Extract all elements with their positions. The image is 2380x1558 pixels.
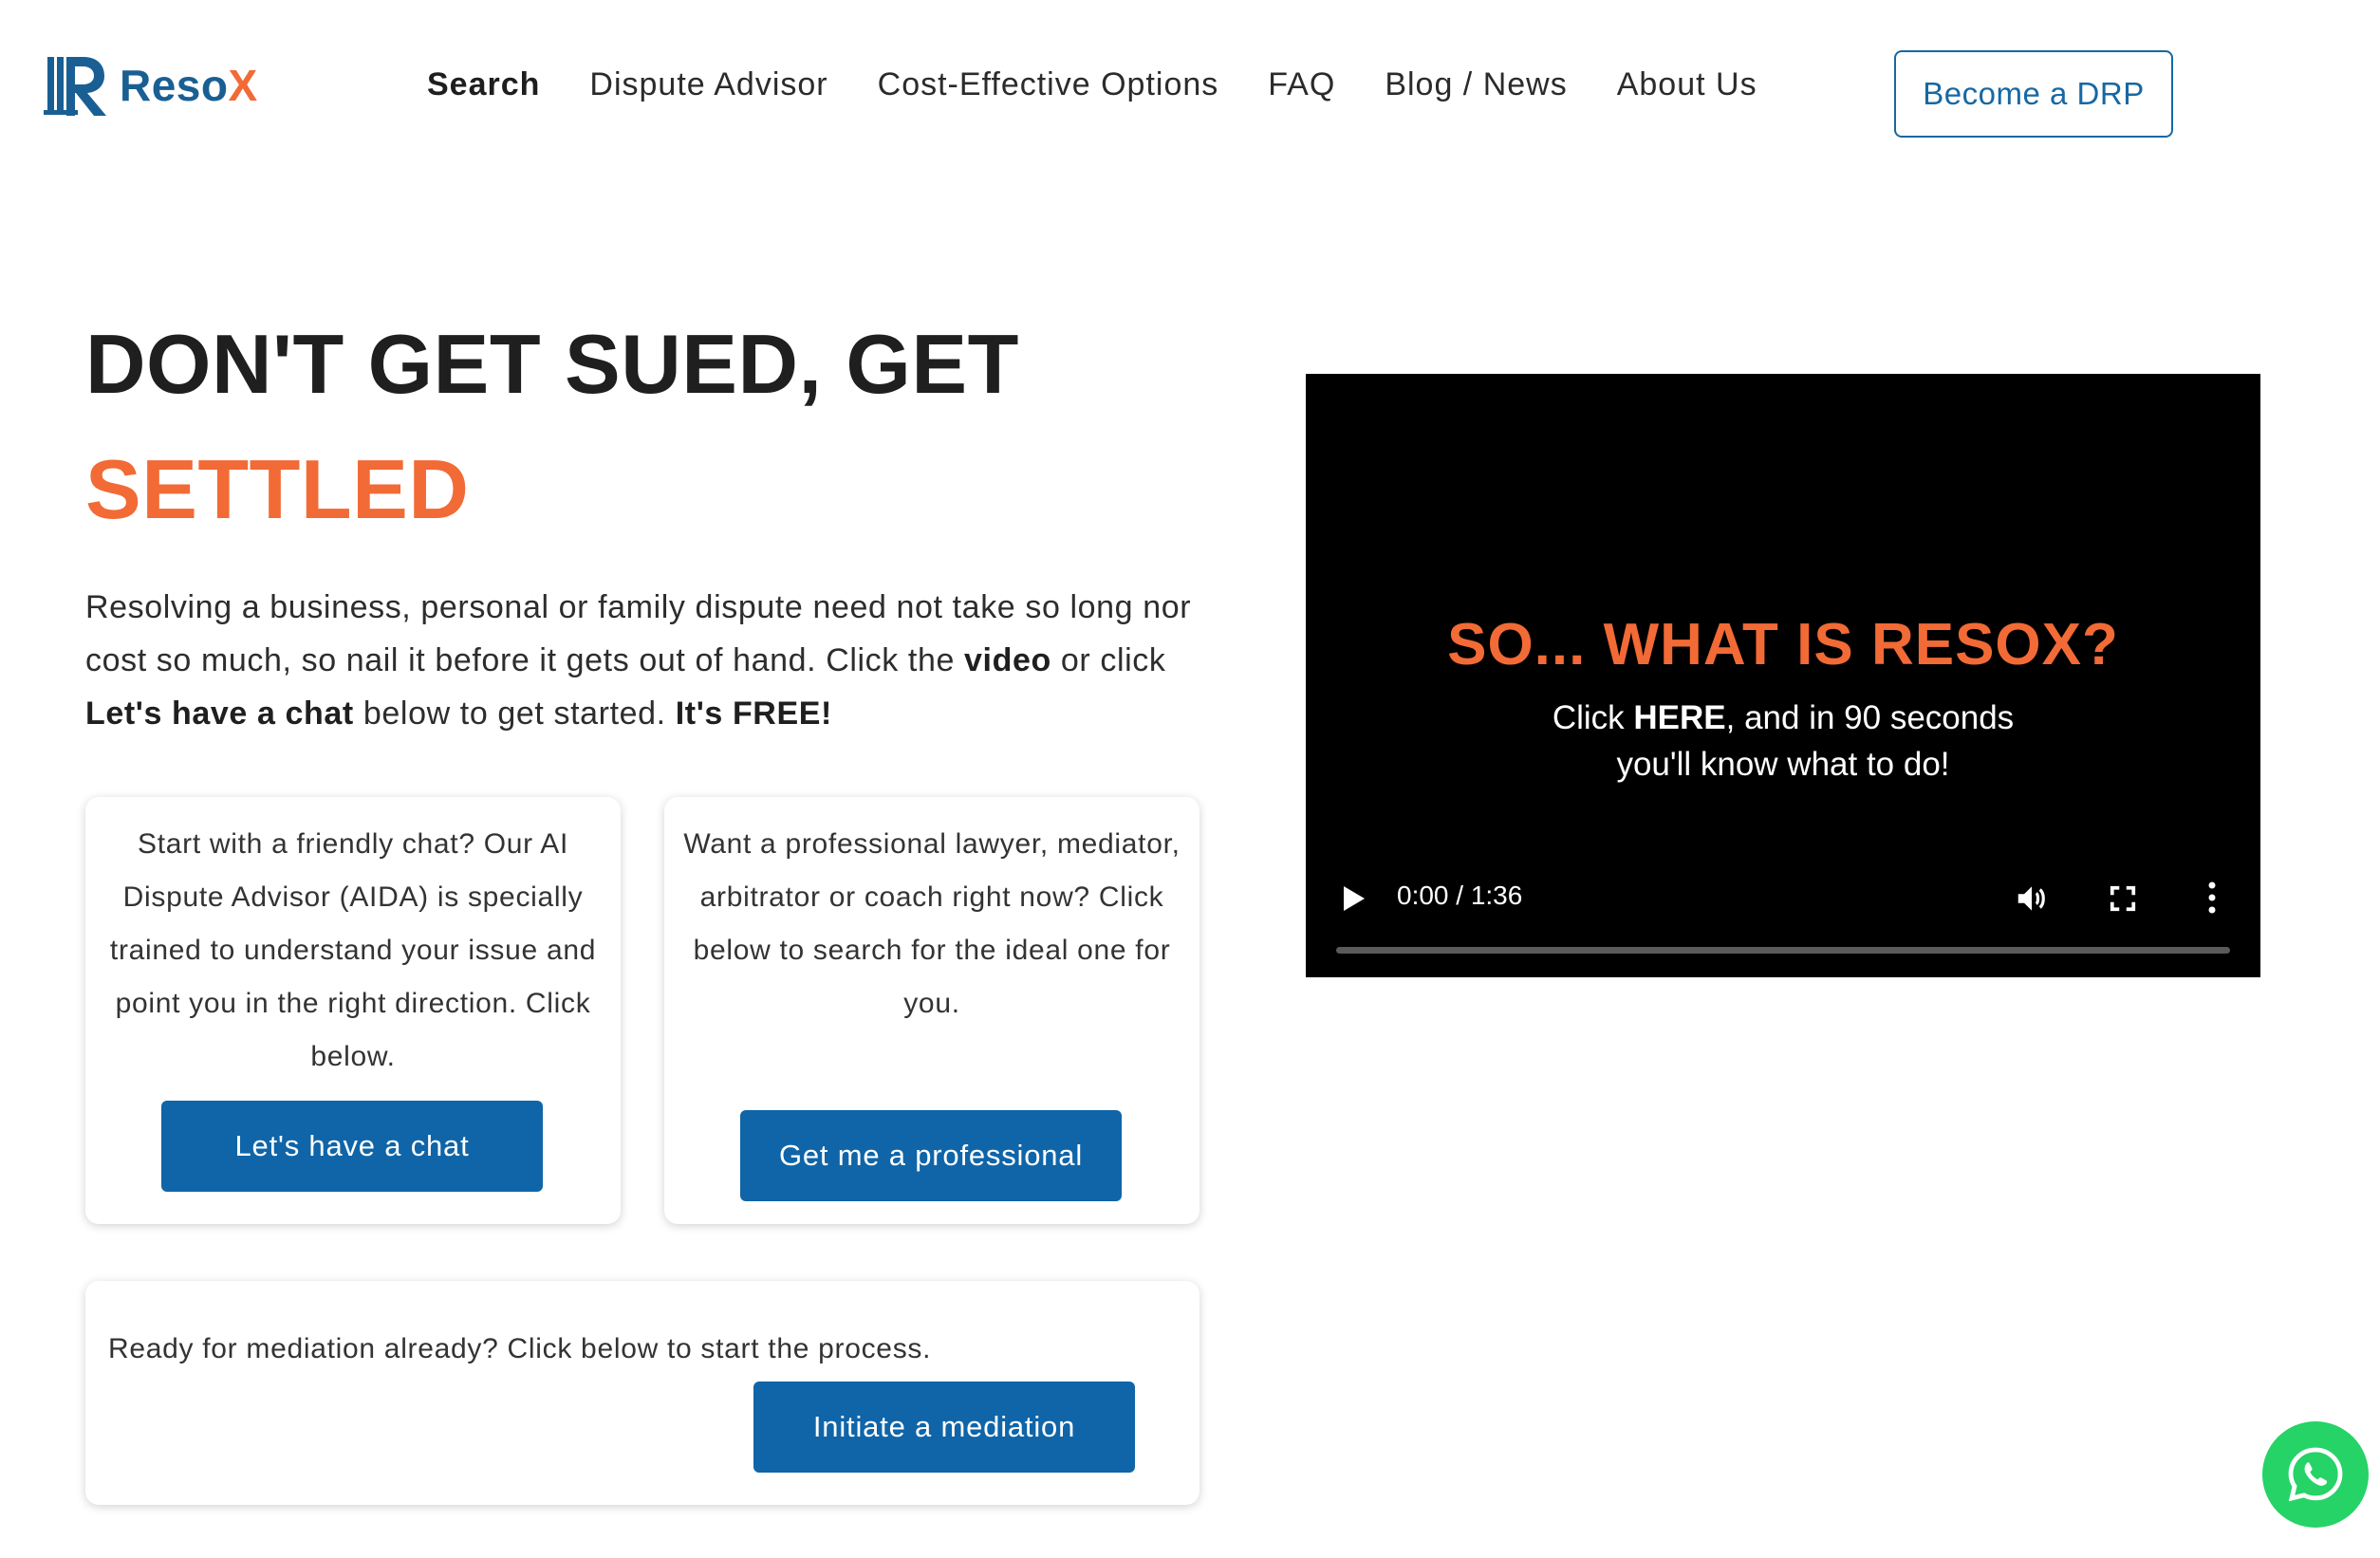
main-nav: Search Dispute Advisor Cost-Effective Op… xyxy=(427,66,1807,103)
intro-free-emphasis: It's FREE! xyxy=(675,696,832,732)
intro-text-2: or click xyxy=(1051,642,1166,678)
whatsapp-icon xyxy=(2288,1447,2343,1502)
hero-title-line1: DON'T GET SUED, GET xyxy=(85,317,1019,411)
chat-card: Start with a friendly chat? Our AI Dispu… xyxy=(85,797,621,1224)
become-drp-button[interactable]: Become a DRP xyxy=(1894,50,2173,138)
nav-item-dispute-advisor[interactable]: Dispute Advisor xyxy=(589,66,827,103)
volume-icon[interactable] xyxy=(2014,881,2050,917)
video-sub-here: HERE xyxy=(1633,699,1726,736)
intro-video-emphasis: video xyxy=(964,642,1051,678)
video-time: 0:00 / 1:36 xyxy=(1397,881,1523,910)
hero-title: DON'T GET SUED, GET SETTLED xyxy=(85,302,1019,552)
nav-item-search[interactable]: Search xyxy=(427,66,540,103)
brand-logo[interactable]: ResoX xyxy=(44,51,258,120)
get-professional-button[interactable]: Get me a professional xyxy=(740,1110,1122,1201)
nav-item-faq[interactable]: FAQ xyxy=(1268,66,1335,103)
more-vertical-icon[interactable] xyxy=(2207,881,2217,915)
hero-intro: Resolving a business, personal or family… xyxy=(85,581,1224,740)
video-progress-bar[interactable] xyxy=(1336,947,2230,954)
video-sub-3: you'll know what to do! xyxy=(1616,746,1950,783)
brand-wordmark: ResoX xyxy=(120,61,258,110)
nav-item-blog-news[interactable]: Blog / News xyxy=(1385,66,1567,103)
hero-title-accent: SETTLED xyxy=(85,442,470,536)
nav-item-cost-effective-options[interactable]: Cost-Effective Options xyxy=(878,66,1219,103)
fullscreen-icon[interactable] xyxy=(2109,884,2137,913)
professional-card-text: Want a professional lawyer, mediator, ar… xyxy=(683,828,1181,1019)
professional-card: Want a professional lawyer, mediator, ar… xyxy=(664,797,1199,1224)
mediation-card: Ready for mediation already? Click below… xyxy=(85,1281,1199,1505)
mediation-card-text: Ready for mediation already? Click below… xyxy=(108,1333,932,1364)
video-sub-1: Click xyxy=(1552,699,1634,736)
nav-item-about-us[interactable]: About Us xyxy=(1617,66,1757,103)
video-controls: 0:00 / 1:36 xyxy=(1306,858,2260,977)
play-icon[interactable] xyxy=(1344,886,1365,911)
chat-card-text: Start with a friendly chat? Our AI Dispu… xyxy=(109,828,597,1072)
whatsapp-chat-button[interactable] xyxy=(2262,1421,2369,1528)
intro-text-3: below to get started. xyxy=(353,696,676,732)
lets-have-a-chat-button[interactable]: Let's have a chat xyxy=(161,1101,543,1192)
video-sub-2: , and in 90 seconds xyxy=(1725,699,2015,736)
initiate-mediation-button[interactable]: Initiate a mediation xyxy=(753,1382,1135,1473)
intro-chat-emphasis: Let's have a chat xyxy=(85,696,354,732)
video-subtitle: Click HERE, and in 90 seconds you'll kno… xyxy=(1306,695,2260,788)
resox-logo-icon xyxy=(44,57,106,116)
video-title: SO... WHAT IS RESOX? xyxy=(1447,612,2119,677)
intro-video-player[interactable]: SO... WHAT IS RESOX? Click HERE, and in … xyxy=(1306,374,2260,977)
